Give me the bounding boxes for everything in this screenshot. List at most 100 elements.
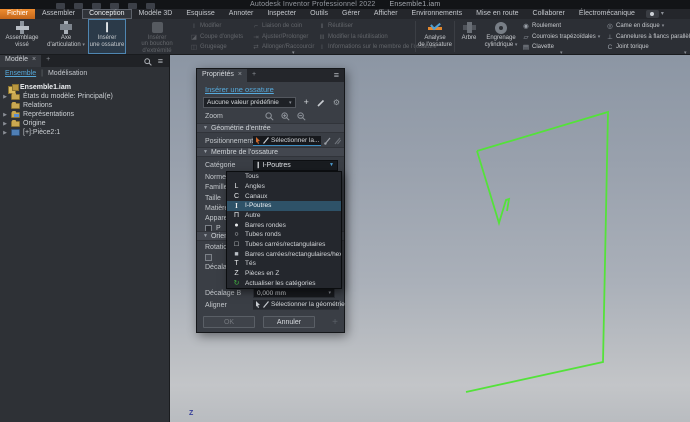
cam-group: ◎Came en disque ▾ ⊥Cannelures à flancs p… <box>604 19 690 54</box>
menu-icon[interactable]: ≡ <box>158 57 163 66</box>
tree-item-piece2[interactable]: ▶ [+]:Pièce2:1 <box>2 128 169 137</box>
tab-afficher[interactable]: Afficher <box>367 9 405 19</box>
power-transmission-group: ◉Roulement ▱Courroies trapézoïdales ▾ ▤C… <box>520 19 604 54</box>
dropdown-item-angles[interactable]: LAngles <box>227 182 341 192</box>
tab-modele[interactable]: Modèle× <box>0 55 41 67</box>
tab-modele-3d[interactable]: Modèle 3D <box>132 9 180 19</box>
app-window: Autodesk Inventor Professionnel 2022 Ense… <box>0 0 690 422</box>
tree-item-etats-du-modele[interactable]: ▶ États du modèle: Principal(e) <box>2 92 169 101</box>
select-sketch-icon[interactable] <box>324 137 331 145</box>
tab-mise-en-route[interactable]: Mise en route <box>469 9 525 19</box>
tab-conception[interactable]: Conception <box>82 9 131 19</box>
round-tube-icon: ○ <box>231 231 242 238</box>
dropdown-item-tes[interactable]: TTés <box>227 259 341 269</box>
tab-electromecanique[interactable]: Électromécanique <box>572 9 642 19</box>
dropdown-item-tubes-carres[interactable]: □Tubes carrés/rectangulaires <box>227 240 341 250</box>
preset-dropdown[interactable]: Aucune valeur prédéfinie ▾ <box>203 97 296 108</box>
zoom-icon[interactable] <box>265 112 274 121</box>
add-tab-button[interactable]: + <box>41 55 55 67</box>
preset-row: Aucune valeur prédéfinie ▾ + ⚙ <box>203 97 340 108</box>
folder-icon <box>11 94 20 100</box>
section-geometrie-entree[interactable]: ▼ Géométrie d'entrée <box>197 123 344 133</box>
tab-assembler[interactable]: Assembler <box>35 9 82 19</box>
panel-footer: OK Annuler + <box>197 314 344 330</box>
grugeage-button: ◫Grugeage <box>190 43 250 51</box>
inserer-ossature-button[interactable]: Ⅰ Insérerune ossature <box>88 19 126 54</box>
dropdown-item-tubes-ronds[interactable]: ○Tubes ronds <box>227 230 341 240</box>
tree-item-relations[interactable]: Relations <box>2 101 169 110</box>
assemblage-visse-button[interactable]: Assemblagevissé <box>0 19 44 54</box>
collapse-arrow-icon: ▼ <box>203 233 208 239</box>
select-geometry-icon[interactable] <box>334 137 341 145</box>
zoom-in-icon[interactable] <box>281 112 290 121</box>
tab-fichier[interactable]: Fichier <box>0 9 35 19</box>
cannelures-button[interactable]: ⊥Cannelures à flancs parallèles ▾ <box>606 33 690 41</box>
roulement-button[interactable]: ◉Roulement <box>522 22 604 30</box>
app-title: Autodesk Inventor Professionnel 2022 <box>250 1 376 8</box>
dropdown-item-i-poutres[interactable]: II-Poutres <box>227 201 341 211</box>
spline-shaft-icon: ⊥ <box>606 33 614 41</box>
checkbox-icon[interactable] <box>205 254 212 261</box>
subtab-modelisation[interactable]: Modélisation <box>48 70 87 77</box>
tab-proprietes[interactable]: Propriétés× <box>197 69 247 82</box>
positionnement-select-field[interactable]: Sélectionner la... <box>253 136 321 146</box>
tab-outils[interactable]: Outils <box>303 9 335 19</box>
command-title-link[interactable]: Insérer une ossature <box>205 85 274 94</box>
tab-annoter[interactable]: Annoter <box>222 9 261 19</box>
decalage-b-input[interactable]: 0,000 mm ▾ <box>253 288 335 298</box>
menu-icon[interactable]: ≡ <box>329 69 344 82</box>
add-icon[interactable]: + <box>332 317 338 328</box>
cancel-button[interactable]: Annuler <box>263 316 315 328</box>
expand-arrow-icon[interactable]: ▶ <box>2 112 8 118</box>
courroies-button[interactable]: ▱Courroies trapézoïdales ▾ <box>522 33 604 41</box>
close-icon[interactable]: × <box>32 56 36 67</box>
add-tab-button[interactable]: + <box>247 69 261 82</box>
axe-articulation-button[interactable]: Axe d'articulation ▾ <box>44 19 88 54</box>
tree-item-origine[interactable]: ▶ Origine <box>2 119 169 128</box>
dropdown-item-pieces-en-z[interactable]: ZPièces en Z <box>227 269 341 279</box>
tab-environnements[interactable]: Environnements <box>405 9 470 19</box>
dropdown-item-canaux[interactable]: CCanaux <box>227 191 341 201</box>
engrenage-cylindrique-button[interactable]: Engrenage cylindrique ▾ <box>482 19 520 54</box>
search-icon[interactable] <box>144 58 152 66</box>
section-membre-ossature[interactable]: ▼ Membre de l'ossature <box>197 147 344 157</box>
dropdown-item-barres-rondes[interactable]: ●Barres rondes <box>227 220 341 230</box>
came-disque-button[interactable]: ◎Came en disque ▾ <box>606 22 690 30</box>
expand-arrow-icon[interactable]: ▶ <box>2 121 8 127</box>
close-icon[interactable]: × <box>238 71 242 82</box>
camera-icon[interactable] <box>646 10 659 18</box>
collapse-arrow-icon: ▼ <box>203 149 208 155</box>
tree-item-assembly-root[interactable]: Ensemble1.iam <box>2 83 169 92</box>
dropdown-item-barres-carrees[interactable]: ■Barres carrées/rectangulaires/hexagonal… <box>227 249 341 259</box>
ribbon-tab-bar: Fichier Assembler Conception Modèle 3D E… <box>0 9 690 19</box>
categorie-dropdown[interactable]: Ⅰ I-Poutres ▼ <box>253 160 338 171</box>
expand-arrow-icon[interactable]: ▶ <box>2 94 8 100</box>
expand-arrow-icon[interactable]: ▶ <box>2 130 8 136</box>
tree-item-representations[interactable]: ▶ Représentations <box>2 110 169 119</box>
joint-torique-button[interactable]: CJoint torique <box>606 43 690 51</box>
chevron-down-icon[interactable]: ▾ <box>661 10 664 19</box>
tab-gerer[interactable]: Gérer <box>335 9 367 19</box>
gear-icon[interactable]: ⚙ <box>333 98 340 107</box>
bolted-connection-icon <box>16 21 29 34</box>
ok-button[interactable]: OK <box>203 316 255 328</box>
tab-inspecter[interactable]: Inspecter <box>260 9 303 19</box>
edit-pencil-icon[interactable] <box>317 99 325 107</box>
dropdown-item-actualiser[interactable]: ↻Actualiser les catégories <box>227 278 341 288</box>
dropdown-item-tous[interactable]: Tous <box>227 172 341 182</box>
subtab-ensemble[interactable]: Ensemble <box>5 70 36 77</box>
document-title: Ensemble1.iam <box>390 1 441 8</box>
tab-collaborer[interactable]: Collaborer <box>526 9 572 19</box>
analyse-ossature-button[interactable]: Analysede l'ossature <box>417 19 453 54</box>
tab-esquisse[interactable]: Esquisse <box>179 9 221 19</box>
dropdown-item-autre[interactable]: ΠAutre <box>227 211 341 221</box>
arbre-button[interactable]: Arbre <box>456 19 482 54</box>
liaison-coin-button: ⌐Liaison de coin <box>252 22 316 30</box>
ribbon: Assemblagevissé Axe d'articulation ▾ Ⅰ I… <box>0 19 690 55</box>
part-icon <box>11 129 20 136</box>
key-icon: ▤ <box>522 43 530 51</box>
aligner-select-field[interactable]: Sélectionner la géométrie <box>253 300 339 310</box>
zoom-out-icon[interactable] <box>297 112 306 121</box>
clavette-button[interactable]: ▤Clavette <box>522 43 604 51</box>
add-preset-button[interactable]: + <box>304 98 309 107</box>
